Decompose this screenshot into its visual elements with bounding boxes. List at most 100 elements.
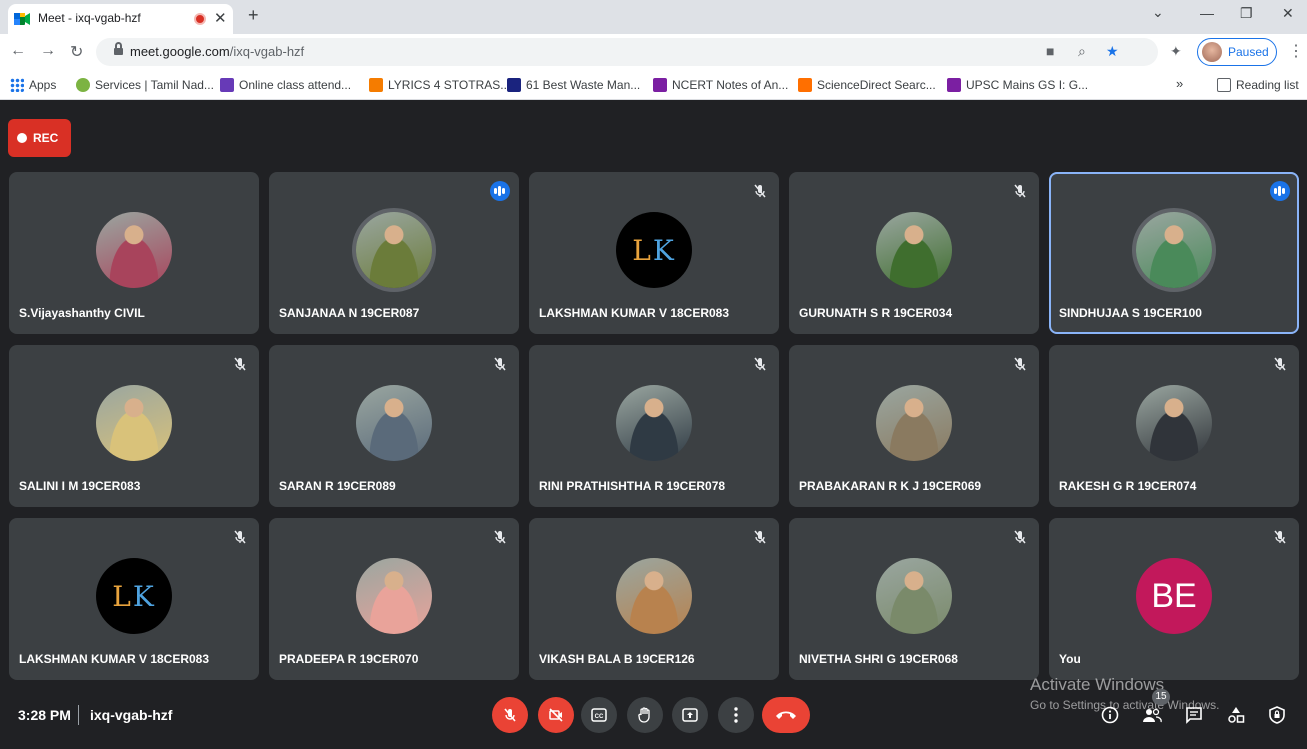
avatar-self: BE (1136, 558, 1212, 634)
forward-button[interactable]: → (40, 42, 56, 60)
bookmark-label: Online class attend... (239, 78, 352, 92)
zoom-icon[interactable]: ⌕ (1078, 43, 1086, 60)
profile-status: Paused (1228, 45, 1269, 59)
participant-tile[interactable]: RINI PRATHISHTHA R 19CER078 (529, 345, 779, 507)
browser-toolbar: ← → ↻ meet.google.com/ixq-vgab-hzf ■ ⌕ ★… (0, 34, 1307, 70)
tab-title: Meet - ixq-vgab-hzf (38, 11, 141, 25)
people-button[interactable] (1140, 703, 1164, 727)
lock-icon[interactable] (114, 42, 123, 57)
recording-badge[interactable]: REC (8, 119, 71, 157)
shield-lock-icon (1269, 706, 1285, 724)
watermark-line-1: Activate Windows (1030, 675, 1165, 694)
new-tab-button[interactable]: + (248, 5, 259, 26)
extensions-icon[interactable]: ✦ (1170, 43, 1182, 60)
divider (78, 705, 79, 725)
more-options-button[interactable] (718, 697, 754, 733)
participant-tile[interactable]: BE You (1049, 518, 1299, 680)
tab-search-icon[interactable]: ⌄ (1152, 4, 1164, 21)
record-dot-icon (17, 133, 27, 143)
bookmark-ncert[interactable]: NCERT Notes of An... (653, 78, 788, 92)
camera-off-button[interactable] (538, 697, 574, 733)
url-text[interactable]: meet.google.com/ixq-vgab-hzf (130, 44, 304, 59)
meet-stage: REC S.Vijayashanthy CIVIL SANJANAA N 19CE… (0, 101, 1307, 749)
mic-muted-icon (234, 530, 246, 544)
activities-icon (1228, 707, 1245, 723)
back-button[interactable]: ← (10, 42, 26, 60)
bookmark-b-icon (947, 78, 961, 92)
meeting-code[interactable]: ixq-vgab-hzf (90, 707, 172, 723)
avatar-photo (1136, 212, 1212, 288)
participant-name: NIVETHA SHRI G 19CER068 (799, 652, 958, 666)
participant-name: RAKESH G R 19CER074 (1059, 479, 1197, 493)
activities-button[interactable] (1224, 703, 1248, 727)
participant-tile[interactable]: S.Vijayashanthy CIVIL (9, 172, 259, 334)
camera-off-icon (549, 708, 563, 722)
present-icon (682, 708, 698, 722)
tab-meet[interactable]: Meet - ixq-vgab-hzf ✕ (8, 4, 233, 34)
chat-button[interactable] (1182, 703, 1206, 727)
participant-tile[interactable]: RAKESH G R 19CER074 (1049, 345, 1299, 507)
tab-close-icon[interactable]: ✕ (214, 9, 227, 27)
avatar-photo (356, 385, 432, 461)
bookmark-sciencedirect[interactable]: ScienceDirect Searc... (798, 78, 936, 92)
mic-off-button[interactable] (492, 697, 528, 733)
bookmark-label: 61 Best Waste Man... (526, 78, 641, 92)
reading-list-label: Reading list (1236, 78, 1299, 92)
bookmark-label: Apps (29, 78, 57, 92)
participant-name: SANJANAA N 19CER087 (279, 306, 420, 320)
reload-button[interactable]: ↻ (70, 42, 83, 62)
raise-hand-button[interactable] (627, 697, 663, 733)
browser-tabstrip: Meet - ixq-vgab-hzf ✕ + ⌄ — ❐ ✕ (0, 0, 1307, 34)
captions-button[interactable]: CC (581, 697, 617, 733)
close-window-button[interactable]: ✕ (1282, 5, 1294, 22)
participant-name: You (1059, 652, 1081, 666)
browser-menu-icon[interactable]: ⋮ (1288, 41, 1304, 61)
participant-tile[interactable]: PRABAKARAN R K J 19CER069 (789, 345, 1039, 507)
doc-icon (507, 78, 521, 92)
participant-tile[interactable]: SALINI I M 19CER083 (9, 345, 259, 507)
bookmark-waste[interactable]: 61 Best Waste Man... (507, 78, 640, 92)
bookmark-star-icon[interactable]: ★ (1106, 43, 1119, 60)
participant-tile[interactable]: VIKASH BALA B 19CER126 (529, 518, 779, 680)
present-now-button[interactable] (672, 697, 708, 733)
bookmark-upsc[interactable]: UPSC Mains GS I: G... (947, 78, 1088, 92)
url-path: /ixq-vgab-hzf (229, 44, 305, 59)
meeting-controls-bar: 3:28 PM ixq-vgab-hzf CC Activate Windows… (0, 675, 1307, 749)
leave-call-button[interactable] (762, 697, 810, 733)
camera-in-use-icon[interactable]: ■ (1046, 43, 1054, 59)
avatar-photo (616, 385, 692, 461)
address-bar[interactable]: meet.google.com/ixq-vgab-hzf ■ ⌕ ★ (96, 38, 1158, 66)
avatar-photo (96, 385, 172, 461)
call-end-icon (776, 711, 796, 719)
bookmarks-overflow-button[interactable]: » (1176, 76, 1183, 91)
participant-tile[interactable]: SINDHUJAA S 19CER100 (1049, 172, 1299, 334)
participant-tile[interactable]: L K LAKSHMAN KUMAR V 18CER083 (9, 518, 259, 680)
profile-button[interactable]: Paused (1197, 38, 1277, 66)
participant-name: PRADEEPA R 19CER070 (279, 652, 419, 666)
participant-name: S.Vijayashanthy CIVIL (19, 306, 145, 320)
meeting-time: 3:28 PM (18, 707, 71, 723)
recording-indicator-icon (194, 13, 206, 25)
host-controls-button[interactable] (1265, 703, 1289, 727)
restore-button[interactable]: ❐ (1240, 5, 1253, 22)
bookmark-label: Services | Tamil Nad... (95, 78, 214, 92)
minimize-button[interactable]: — (1200, 5, 1214, 21)
bookmark-services-tn[interactable]: Services | Tamil Nad... (76, 78, 214, 92)
reading-list-icon (1217, 78, 1231, 92)
participant-name: GURUNATH S R 19CER034 (799, 306, 953, 320)
participant-tile[interactable]: L K LAKSHMAN KUMAR V 18CER083 (529, 172, 779, 334)
bookmark-online-class[interactable]: Online class attend... (220, 78, 351, 92)
participant-tile[interactable]: NIVETHA SHRI G 19CER068 (789, 518, 1039, 680)
mic-muted-icon (754, 184, 766, 198)
mic-muted-icon (754, 357, 766, 371)
elsevier-icon (798, 78, 812, 92)
participant-tile[interactable]: GURUNATH S R 19CER034 (789, 172, 1039, 334)
meeting-details-button[interactable] (1098, 703, 1122, 727)
reading-list-button[interactable]: Reading list (1217, 78, 1299, 92)
mic-muted-icon (234, 357, 246, 371)
bookmark-apps[interactable]: Apps (10, 78, 56, 92)
participant-tile[interactable]: SANJANAA N 19CER087 (269, 172, 519, 334)
participant-tile[interactable]: SARAN R 19CER089 (269, 345, 519, 507)
participant-tile[interactable]: PRADEEPA R 19CER070 (269, 518, 519, 680)
bookmark-lyrics[interactable]: LYRICS 4 STOTRAS... (369, 78, 510, 92)
